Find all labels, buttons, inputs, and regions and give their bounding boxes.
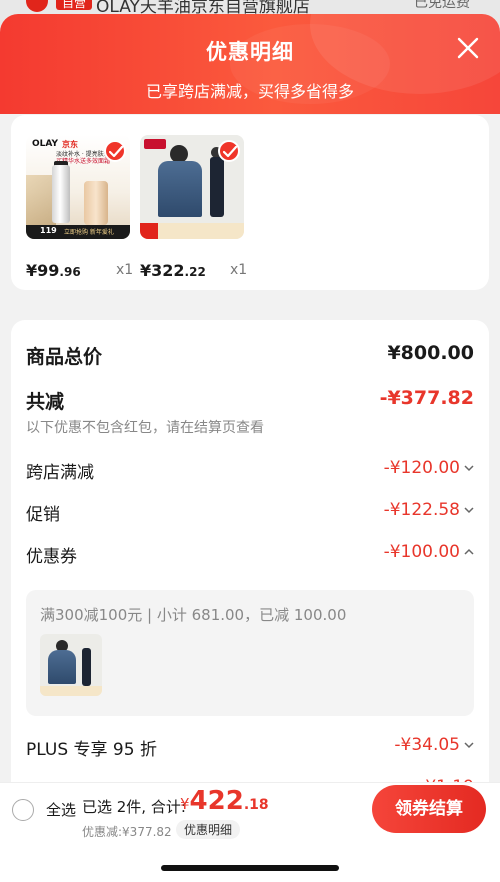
currency-symbol: ¥ [180, 795, 190, 813]
discount-amount: -¥120.00 [383, 458, 460, 478]
brand-logo [144, 139, 166, 149]
discount-label: 优惠券 [26, 547, 77, 567]
bottle-shape [52, 165, 70, 223]
price-integer: ¥99 [26, 261, 60, 280]
product-item[interactable]: ¥322.22 x1 [140, 135, 247, 280]
product-quantity: x1 [230, 262, 248, 278]
discount-summary: 优惠减:¥377.82 [82, 825, 172, 839]
promo-line: 淡纹补水 · 提亮肤色 [56, 151, 110, 158]
brand-tag: 京东 [62, 140, 78, 149]
discount-hint: 以下优惠不包含红包，请在结算页查看 [26, 420, 264, 436]
goods-total-value: ¥800.00 [387, 342, 474, 364]
checkout-button[interactable]: 领券结算 [372, 785, 486, 833]
checkout-bar: 全选 已选 2件, 合计: ¥422.18 优惠减:¥377.82 优惠明细 领… [0, 782, 500, 882]
product-item[interactable]: OLAY 京东 淡纹补水 · 提亮肤色 买精华水送多效面霜 119 立即抢购 新… [26, 135, 133, 280]
self-operated-tag: 自营 [56, 0, 93, 10]
discount-value: -¥100.00 [384, 542, 474, 562]
discount-detail-sheet: 优惠明细 已享跨店满减，买得多省得多 OLAY 京东 淡纹补水 · 提亮肤色 买… [0, 14, 500, 882]
product-price: ¥99.96 [26, 261, 81, 280]
discount-detail-card: 商品总价 ¥800.00 共减 -¥377.82 以下优惠不包含红包，请在结算页… [11, 320, 489, 798]
product-image-olay[interactable]: OLAY 京东 淡纹补水 · 提亮肤色 买精华水送多效面霜 119 立即抢购 新… [26, 135, 130, 239]
price-banner: 119 立即抢购 新年爱礼 [26, 225, 130, 239]
store-logo-icon [26, 0, 48, 12]
coupon-product-thumbnail[interactable] [40, 634, 102, 696]
price-banner [40, 686, 102, 696]
tube-shape [84, 181, 108, 225]
close-icon[interactable] [454, 34, 482, 62]
goods-total-label: 商品总价 [26, 346, 103, 368]
discount-value: -¥122.58 [384, 500, 474, 520]
product-card: OLAY 京东 淡纹补水 · 提亮肤色 买精华水送多效面霜 119 立即抢购 新… [11, 115, 489, 290]
banner-price-block [140, 223, 158, 239]
product-quantity: x1 [116, 262, 134, 278]
selected-count: 已选 2件, 合计: [82, 798, 186, 816]
price-decimal: .96 [59, 265, 81, 279]
coupon-detail-box: 满300减100元 | 小计 681.00，已减 100.00 [26, 590, 474, 716]
checked-icon[interactable] [218, 140, 240, 162]
chevron-down-icon[interactable] [464, 464, 474, 472]
checked-icon[interactable] [104, 140, 126, 162]
model-figure [48, 650, 76, 684]
sheet-subtitle: 已享跨店满减，买得多省得多 [145, 82, 354, 101]
discount-value: -¥120.00 [384, 458, 474, 478]
shipping-status: 已免运费 [414, 0, 470, 11]
total-decimal: .18 [243, 797, 269, 813]
chevron-up-icon[interactable] [464, 548, 474, 556]
coupon-detail-text: 满300减100元 | 小计 681.00，已减 100.00 [40, 606, 347, 624]
home-indicator [161, 865, 339, 871]
model-figure [82, 648, 91, 686]
chevron-down-icon[interactable] [464, 741, 474, 749]
model-figure [210, 157, 224, 217]
total-reduce-value: -¥377.82 [379, 387, 474, 409]
banner-text: 立即抢购 新年爱礼 [64, 229, 114, 236]
price-banner [140, 223, 244, 239]
select-all-label[interactable]: 全选 [46, 799, 76, 820]
model-figure [158, 161, 202, 217]
chevron-down-icon[interactable] [464, 506, 474, 514]
discount-label: 跨店满减 [26, 463, 94, 483]
brand-logo: OLAY [32, 139, 59, 149]
banner-price: 119 [40, 226, 57, 235]
discount-amount: -¥122.58 [383, 500, 460, 520]
total-reduce-label: 共减 [26, 391, 65, 413]
total-price: ¥422.18 [180, 786, 269, 816]
product-image-levis[interactable] [140, 135, 244, 239]
price-integer: ¥322 [140, 261, 185, 280]
discount-detail-button[interactable]: 优惠明细 [176, 820, 241, 839]
product-price: ¥322.22 [140, 261, 206, 280]
discount-amount: -¥100.00 [383, 542, 460, 562]
plus-value: -¥34.05 [394, 735, 474, 755]
select-all-radio[interactable] [12, 799, 34, 821]
sheet-title: 优惠明细 [206, 40, 294, 64]
plus-amount: -¥34.05 [394, 735, 460, 755]
total-integer: 422 [189, 786, 244, 816]
sheet-header: 优惠明细 已享跨店满减，买得多省得多 [0, 14, 500, 114]
discount-label: 促销 [26, 505, 60, 525]
plus-label: PLUS 专享 95 折 [26, 740, 157, 760]
price-decimal: .22 [184, 265, 206, 279]
